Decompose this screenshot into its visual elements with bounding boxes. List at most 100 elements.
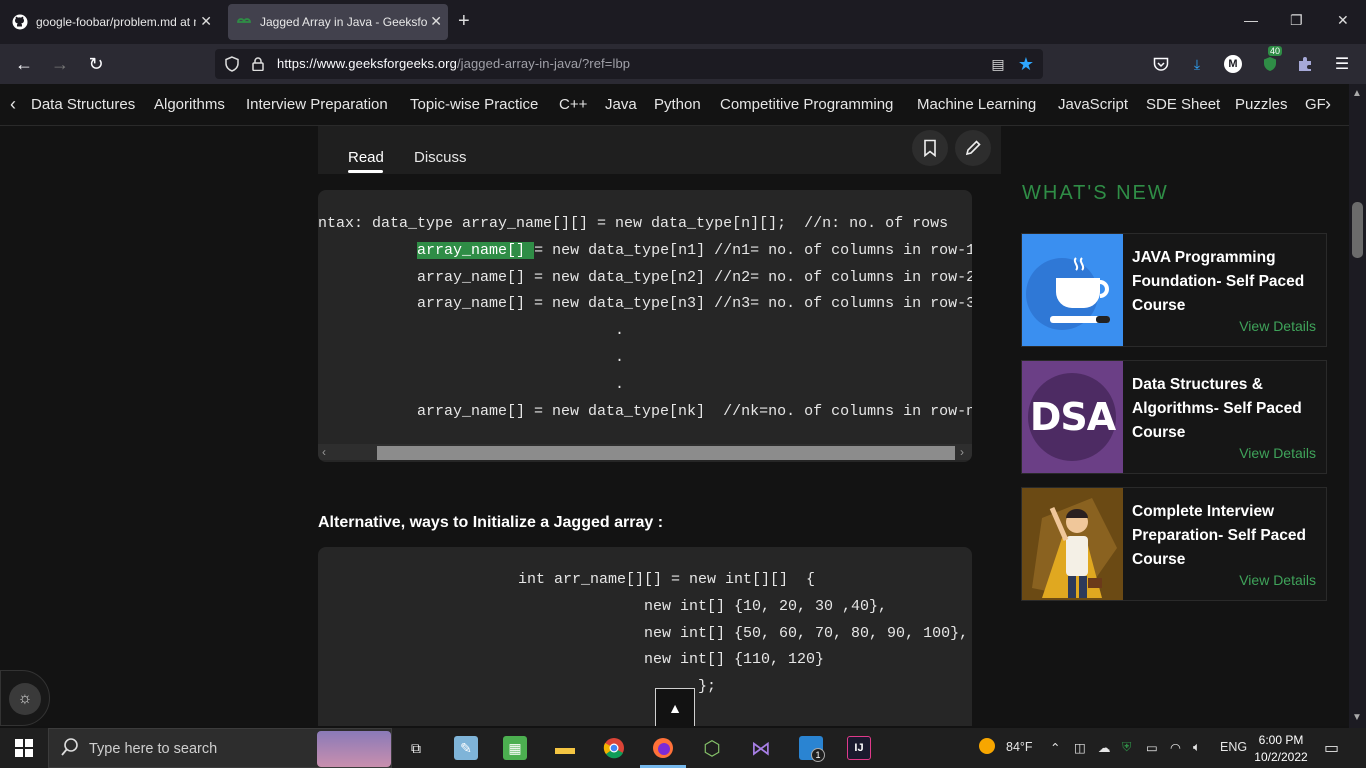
code-block-initialize: int arr_name[][] = new int[][] { new int… (318, 547, 972, 726)
code-line: ntax: data_type array_name[][] = new dat… (318, 215, 949, 232)
nav-item-gfg[interactable]: GFG (1305, 96, 1325, 113)
new-tab-button[interactable]: + (458, 10, 470, 32)
nav-item-topic-wise-practice[interactable]: Topic-wise Practice (410, 96, 538, 113)
view-details-link[interactable]: View Details (1239, 445, 1316, 461)
firefox-icon[interactable] (651, 736, 675, 760)
active-tab-indicator (348, 170, 383, 173)
close-window-icon[interactable]: ✕ (1337, 12, 1349, 29)
chrome-icon[interactable] (602, 736, 626, 760)
lock-icon[interactable] (249, 55, 267, 73)
course-card-dsa[interactable]: DSA Data Structures & Algorithms- Self P… (1021, 360, 1327, 474)
task-view-icon[interactable]: ⧉ (404, 736, 428, 760)
extensions-puzzle-icon[interactable] (1296, 54, 1316, 74)
scroll-down-icon[interactable]: ▼ (1352, 712, 1362, 723)
weather-icon[interactable] (978, 737, 996, 758)
clock-date[interactable]: 10/2/2022 (1254, 750, 1308, 764)
close-tab-icon[interactable]: ✕ (200, 13, 212, 30)
edit-button[interactable] (955, 130, 991, 166)
nav-item-sde-sheet[interactable]: SDE Sheet (1146, 96, 1220, 113)
nav-item-interview-preparation[interactable]: Interview Preparation (246, 96, 388, 113)
code-line: new int[] {110, 120} (518, 651, 825, 669)
nav-item-python[interactable]: Python (654, 96, 701, 113)
cloud-icon[interactable]: ☁ (1098, 740, 1111, 755)
nav-item-puzzles[interactable]: Puzzles (1235, 96, 1288, 113)
windows-start-icon[interactable] (12, 736, 36, 760)
app-icon-notepad[interactable]: ✎ (454, 736, 478, 760)
scroll-up-icon[interactable]: ▲ (1352, 88, 1362, 99)
battery-icon[interactable]: ▭ (1146, 740, 1158, 755)
nav-item-cpp[interactable]: C++ (559, 96, 587, 113)
view-details-link[interactable]: View Details (1239, 318, 1316, 334)
app-icon-cube[interactable]: ⬡ (700, 736, 724, 760)
extension-shield-icon[interactable]: 40 (1260, 46, 1283, 74)
restore-icon[interactable]: ❐ (1290, 12, 1303, 29)
back-arrow-icon[interactable]: ← (12, 52, 36, 76)
horizontal-scrollbar[interactable]: ‹ › (318, 444, 972, 460)
chevron-up-icon[interactable]: ⌃ (1050, 740, 1060, 755)
page-vertical-scrollbar[interactable]: ▲ ▼ (1349, 84, 1366, 728)
code-selection-highlight: array_name[] (417, 241, 535, 259)
view-details-link[interactable]: View Details (1239, 572, 1316, 588)
shield-icon[interactable] (223, 55, 241, 73)
reader-view-icon[interactable]: ▤ (989, 55, 1007, 73)
scrollbar-thumb[interactable] (1352, 202, 1363, 258)
scrollbar-thumb[interactable] (377, 446, 955, 460)
browser-tab-github[interactable]: google-foobar/problem.md at ma ✕ (4, 4, 218, 40)
course-title[interactable]: Complete Interview Preparation- Self Pac… (1132, 500, 1322, 572)
pocket-icon[interactable] (1151, 54, 1171, 74)
course-card-interview[interactable]: Complete Interview Preparation- Self Pac… (1021, 487, 1327, 601)
wifi-icon[interactable]: ◠ (1170, 740, 1181, 755)
theme-toggle[interactable]: ☼ (0, 670, 50, 726)
file-explorer-icon[interactable]: ▬ (553, 736, 577, 760)
notifications-icon[interactable]: ▭ (1324, 738, 1339, 758)
visual-studio-icon[interactable]: ⋈ (749, 736, 773, 760)
reload-icon[interactable]: ↻ (84, 52, 108, 76)
code-line: new int[] {10, 20, 30 ,40}, (518, 597, 888, 615)
tab-read[interactable]: Read (348, 149, 384, 166)
course-title[interactable]: Data Structures & Algorithms- Self Paced… (1132, 373, 1322, 445)
taskbar-search-input[interactable]: Type here to search (48, 728, 392, 768)
code-text: ntax: data_type array_name[][] = new dat… (318, 211, 972, 425)
course-card-java[interactable]: JAVA Programming Foundation- Self Paced … (1021, 233, 1327, 347)
page-content: Read Discuss ntax: data_type array_name[… (0, 126, 1349, 726)
volume-icon[interactable]: 🔈︎ (1193, 740, 1201, 755)
star-bookmark-icon[interactable]: ★ (1017, 54, 1035, 74)
browser-tab-geeksforgeeks[interactable]: Jagged Array in Java - GeeksforG ✕ (228, 4, 448, 40)
nav-item-java[interactable]: Java (605, 96, 637, 113)
scroll-left-icon[interactable]: ‹ (322, 444, 326, 460)
scroll-right-icon[interactable]: › (960, 444, 964, 460)
url-text[interactable]: https://www.geeksforgeeks.org/jagged-arr… (277, 56, 630, 71)
nav-item-algorithms[interactable]: Algorithms (154, 96, 225, 113)
app-icon-store[interactable]: 1 (799, 736, 825, 762)
chevron-left-icon[interactable]: ‹ (10, 94, 16, 115)
chevron-right-icon[interactable]: › (1325, 94, 1331, 115)
app-icon-spreadsheet[interactable]: ▦ (503, 736, 527, 760)
nav-item-javascript[interactable]: JavaScript (1058, 96, 1128, 113)
forward-arrow-icon[interactable]: → (48, 52, 72, 76)
nav-item-machine-learning[interactable]: Machine Learning (917, 96, 1036, 113)
security-shield-icon[interactable]: ⛨ (1122, 740, 1131, 755)
code-block-syntax: ntax: data_type array_name[][] = new dat… (318, 190, 972, 462)
section-heading: Alternative, ways to Initialize a Jagged… (318, 514, 664, 531)
clock-time[interactable]: 6:00 PM (1258, 733, 1304, 747)
minimize-icon[interactable]: — (1244, 12, 1258, 28)
weather-temperature[interactable]: 84°F (1006, 740, 1033, 754)
bookmark-button[interactable] (912, 130, 948, 166)
close-tab-icon[interactable]: ✕ (430, 13, 442, 30)
hamburger-menu-icon[interactable]: ☰ (1332, 54, 1352, 74)
tab-discuss[interactable]: Discuss (414, 149, 467, 166)
scroll-to-top-button[interactable]: ▲ (655, 688, 695, 726)
search-highlight-image[interactable] (317, 731, 391, 767)
url-bar[interactable]: https://www.geeksforgeeks.org/jagged-arr… (215, 49, 1043, 79)
extension-badge: 40 (1268, 46, 1283, 56)
language-indicator[interactable]: ENG (1220, 740, 1247, 754)
bookmark-icon (924, 139, 936, 157)
intellij-icon[interactable]: IJ (847, 736, 871, 760)
nav-item-data-structures[interactable]: Data Structures (31, 96, 135, 113)
camera-icon[interactable]: ◫ (1074, 740, 1086, 755)
profile-avatar[interactable]: M (1223, 54, 1243, 74)
nav-item-competitive-programming[interactable]: Competitive Programming (720, 96, 893, 113)
pencil-icon (965, 140, 981, 156)
course-title[interactable]: JAVA Programming Foundation- Self Paced … (1132, 246, 1322, 318)
download-icon[interactable]: ⤓ (1187, 54, 1207, 74)
